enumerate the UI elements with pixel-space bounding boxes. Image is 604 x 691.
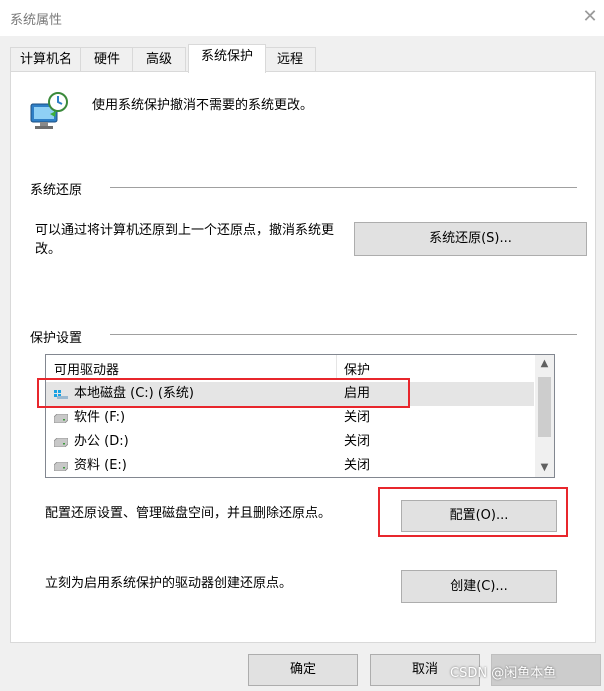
drive-protection-status: 关闭	[344, 434, 371, 449]
list-scrollbar[interactable]: ▲ ▼	[535, 355, 554, 477]
create-description: 立刻为启用系统保护的驱动器创建还原点。	[45, 576, 293, 591]
column-header-drives[interactable]: 可用驱动器	[54, 359, 119, 378]
highlight-box	[37, 378, 410, 408]
tab-computer-name[interactable]: 计算机名	[10, 47, 82, 72]
drive-list[interactable]: 可用驱动器 保护 本地磁盘 (C:) (系统) 启用 软件 (F:) 关闭 办公…	[45, 354, 555, 478]
scroll-down-icon[interactable]: ▼	[535, 459, 554, 477]
column-divider	[336, 355, 337, 379]
protection-settings-group-label: 保护设置	[30, 331, 83, 346]
drive-protection-status: 关闭	[344, 410, 371, 425]
configure-description: 配置还原设置、管理磁盘空间，并且删除还原点。	[45, 506, 332, 521]
highlight-box	[378, 487, 568, 537]
drive-name: 软件 (F:)	[74, 410, 126, 425]
tab-advanced[interactable]: 高级	[132, 47, 186, 72]
title-bar	[0, 0, 604, 36]
system-restore-group-label: 系统还原	[30, 183, 83, 198]
tab-system-protection[interactable]: 系统保护	[188, 44, 266, 73]
drive-protection-status: 关闭	[344, 458, 371, 473]
group-divider	[110, 187, 577, 188]
system-protection-icon	[30, 92, 68, 129]
drive-row-e[interactable]: 资料 (E:) 关闭	[46, 454, 534, 477]
create-button[interactable]: 创建(C)...	[401, 570, 557, 603]
group-divider	[110, 334, 577, 335]
list-header: 可用驱动器 保护	[46, 355, 536, 379]
close-icon[interactable]: ✕	[578, 5, 602, 29]
tab-hardware[interactable]: 硬件	[80, 47, 134, 72]
tab-remote[interactable]: 远程	[264, 47, 316, 72]
system-restore-description: 可以通过将计算机还原到上一个还原点，撤消系统更改。	[35, 223, 335, 257]
drive-name: 资料 (E:)	[74, 458, 127, 473]
scrollbar-thumb[interactable]	[538, 377, 551, 437]
watermark: CSDN @闲鱼本鱼	[450, 666, 557, 681]
drive-row-d[interactable]: 办公 (D:) 关闭	[46, 430, 534, 454]
drive-name: 办公 (D:)	[74, 434, 129, 449]
window-title: 系统属性	[10, 13, 63, 28]
drive-icon	[54, 438, 68, 447]
drive-icon	[54, 414, 68, 423]
drive-icon	[54, 462, 68, 471]
column-header-protection[interactable]: 保护	[344, 359, 370, 378]
system-restore-button[interactable]: 系统还原(S)...	[354, 222, 587, 256]
drive-row-f[interactable]: 软件 (F:) 关闭	[46, 406, 534, 430]
ok-button[interactable]: 确定	[248, 654, 358, 686]
header-description: 使用系统保护撤消不需要的系统更改。	[92, 98, 314, 113]
scroll-up-icon[interactable]: ▲	[535, 355, 554, 373]
